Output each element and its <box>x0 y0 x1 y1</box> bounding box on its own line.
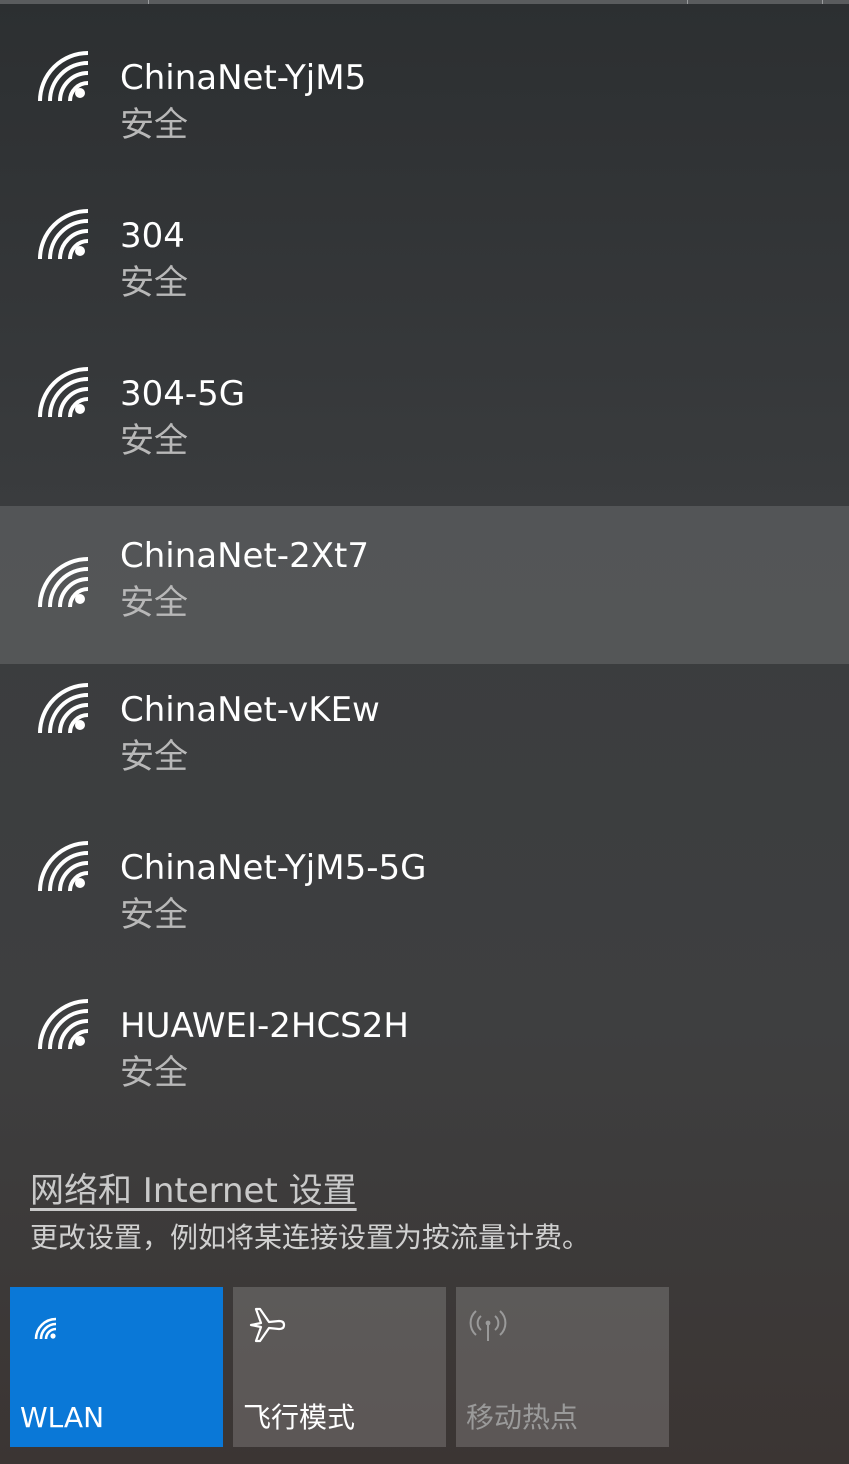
settings-description: 更改设置，例如将某连接设置为按流量计费。 <box>30 1221 591 1254</box>
wifi-signal-icon <box>38 683 89 734</box>
wifi-signal-icon <box>38 51 89 102</box>
network-security: 安全 <box>120 895 188 935</box>
network-ssid: ChinaNet-2Xt7 <box>120 536 369 576</box>
network-item-2[interactable]: 304-5G 安全 <box>0 316 849 474</box>
network-security: 安全 <box>120 105 188 145</box>
network-item-5[interactable]: ChinaNet-YjM5-5G 安全 <box>0 790 849 948</box>
airplane-mode-tile[interactable]: 飞行模式 <box>233 1287 446 1447</box>
network-ssid: ChinaNet-vKEw <box>120 690 380 730</box>
network-ssid: ChinaNet-YjM5 <box>120 58 367 98</box>
wifi-icon <box>34 1317 57 1340</box>
hotspot-icon <box>469 1310 507 1341</box>
wifi-signal-icon <box>38 557 89 608</box>
network-item-6[interactable]: HUAWEI-2HCS2H 安全 <box>0 948 849 1106</box>
network-ssid: 304 <box>120 216 185 256</box>
mobile-hotspot-tile[interactable]: 移动热点 <box>456 1287 669 1447</box>
tile-label: WLAN <box>20 1401 105 1434</box>
airplane-icon <box>249 1307 286 1343</box>
wifi-signal-icon <box>38 841 89 892</box>
network-security: 安全 <box>120 421 188 461</box>
network-ssid: ChinaNet-YjM5-5G <box>120 848 427 888</box>
network-ssid: 304-5G <box>120 374 246 414</box>
wifi-signal-icon <box>38 367 89 418</box>
wlan-toggle-tile[interactable]: WLAN <box>10 1287 223 1447</box>
tile-label: 移动热点 <box>466 1401 579 1434</box>
wifi-signal-icon <box>38 999 89 1050</box>
network-item-0[interactable]: ChinaNet-YjM5 安全 <box>0 0 849 158</box>
network-security: 安全 <box>120 583 188 623</box>
network-security: 安全 <box>120 737 188 777</box>
network-security: 安全 <box>120 263 188 303</box>
network-item-1[interactable]: 304 安全 <box>0 158 849 316</box>
network-internet-settings-link[interactable]: 网络和 Internet 设置 <box>30 1170 590 1212</box>
network-item-4[interactable]: ChinaNet-vKEw 安全 <box>0 632 849 790</box>
tile-label: 飞行模式 <box>243 1401 356 1434</box>
wifi-signal-icon <box>38 209 89 260</box>
network-ssid: HUAWEI-2HCS2H <box>120 1006 409 1046</box>
network-security: 安全 <box>120 1053 188 1093</box>
network-settings-section: 网络和 Internet 设置 更改设置，例如将某连接设置为按流量计费。 <box>30 1170 590 1256</box>
